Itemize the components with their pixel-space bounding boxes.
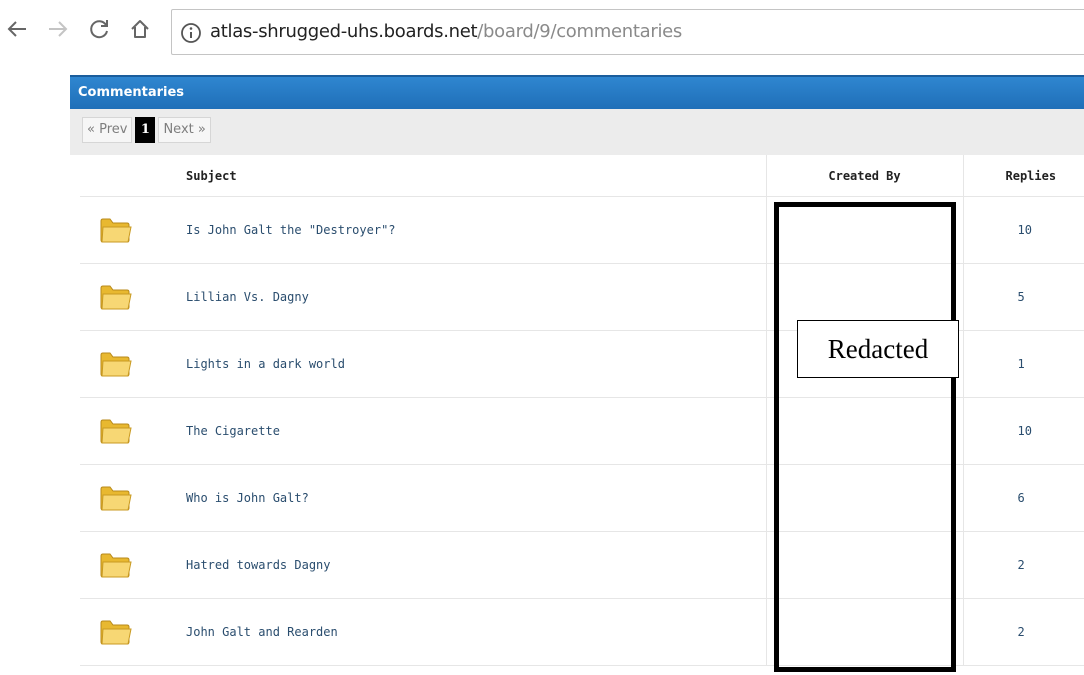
replies-cell: 1 bbox=[962, 330, 1084, 398]
back-arrow-icon bbox=[7, 21, 26, 37]
url-host: atlas-shrugged-uhs.boards.net bbox=[210, 21, 478, 42]
replies-cell: 10 bbox=[962, 196, 1084, 264]
url-text[interactable]: atlas-shrugged-uhs.boards.net/board/9/co… bbox=[210, 21, 682, 42]
replies-cell: 5 bbox=[962, 263, 1084, 331]
thread-subject-link[interactable]: John Galt and Rearden bbox=[186, 625, 338, 639]
thread-subject-cell: Is John Galt the "Destroyer"? bbox=[150, 196, 766, 264]
redaction-box bbox=[774, 202, 956, 672]
current-page: 1 bbox=[135, 117, 156, 143]
home-icon bbox=[131, 20, 149, 38]
thread-subject-link[interactable]: Who is John Galt? bbox=[186, 491, 309, 505]
info-icon[interactable] bbox=[180, 22, 202, 44]
icon-column-header bbox=[80, 155, 150, 197]
thread-subject-cell: Hatred towards Dagny bbox=[150, 531, 766, 599]
reload-button[interactable] bbox=[84, 14, 114, 44]
thread-subject-link[interactable]: Hatred towards Dagny bbox=[186, 558, 331, 572]
pager-row: « Prev 1 Next » bbox=[70, 109, 1084, 155]
url-path: /board/9/commentaries bbox=[477, 21, 683, 42]
created-by-column-header[interactable]: Created By bbox=[765, 155, 963, 197]
browser-toolbar: atlas-shrugged-uhs.boards.net/board/9/co… bbox=[0, 0, 1084, 64]
back-button[interactable] bbox=[2, 14, 32, 44]
folder-icon bbox=[100, 553, 132, 577]
replies-column-header[interactable]: Replies bbox=[962, 155, 1084, 197]
thread-subject-link[interactable]: Is John Galt the "Destroyer"? bbox=[186, 223, 396, 237]
home-button[interactable] bbox=[125, 14, 155, 44]
folder-icon bbox=[100, 352, 132, 376]
thread-icon-cell bbox=[80, 397, 150, 465]
thread-subject-cell: Lillian Vs. Dagny bbox=[150, 263, 766, 331]
subject-column-header[interactable]: Subject bbox=[150, 155, 766, 197]
thread-subject-cell: Who is John Galt? bbox=[150, 464, 766, 532]
thread-subject-link[interactable]: Lillian Vs. Dagny bbox=[186, 290, 309, 304]
replies-cell: 10 bbox=[962, 397, 1084, 465]
table-header-row: Subject Created By Replies bbox=[80, 155, 1084, 197]
folder-icon bbox=[100, 486, 132, 510]
reload-icon bbox=[90, 20, 108, 39]
folder-icon bbox=[100, 218, 132, 242]
redaction-label: Redacted bbox=[797, 320, 959, 378]
thread-subject-cell: John Galt and Rearden bbox=[150, 598, 766, 666]
thread-subject-cell: The Cigarette bbox=[150, 397, 766, 465]
folder-icon bbox=[100, 620, 132, 644]
thread-icon-cell bbox=[80, 263, 150, 331]
thread-icon-cell bbox=[80, 330, 150, 398]
thread-subject-link[interactable]: The Cigarette bbox=[186, 424, 280, 438]
prev-page-link[interactable]: « Prev bbox=[82, 117, 133, 143]
board-title: Commentaries bbox=[78, 85, 185, 100]
next-page-link[interactable]: Next » bbox=[158, 117, 211, 143]
board-header: Commentaries bbox=[70, 75, 1084, 109]
folder-icon bbox=[100, 419, 132, 443]
replies-cell: 2 bbox=[962, 598, 1084, 666]
replies-cell: 2 bbox=[962, 531, 1084, 599]
folder-icon bbox=[100, 285, 132, 309]
replies-cell: 6 bbox=[962, 464, 1084, 532]
thread-icon-cell bbox=[80, 464, 150, 532]
thread-subject-cell: Lights in a dark world bbox=[150, 330, 766, 398]
thread-icon-cell bbox=[80, 196, 150, 264]
thread-subject-link[interactable]: Lights in a dark world bbox=[186, 357, 345, 371]
thread-icon-cell bbox=[80, 598, 150, 666]
forward-arrow-icon bbox=[49, 21, 68, 37]
pagination: « Prev 1 Next » bbox=[82, 117, 211, 143]
address-bar[interactable]: atlas-shrugged-uhs.boards.net/board/9/co… bbox=[171, 9, 1084, 55]
thread-icon-cell bbox=[80, 531, 150, 599]
forward-button[interactable] bbox=[43, 14, 73, 44]
